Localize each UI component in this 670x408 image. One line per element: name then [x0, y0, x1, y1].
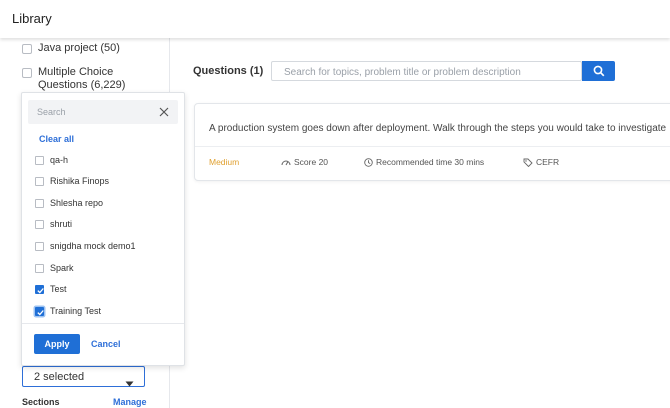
selected-value: 2 selected: [34, 371, 85, 383]
cancel-button[interactable]: Cancel: [91, 339, 121, 349]
page-title: Library: [12, 11, 52, 26]
difficulty-badge: Medium: [209, 157, 240, 167]
sidebar-item-label: Multiple Choice Questions (6,229): [38, 66, 125, 92]
questions-heading: Questions (1): [193, 65, 264, 77]
check-icon: [37, 309, 44, 315]
question-search: [271, 61, 582, 82]
gauge-icon: [281, 160, 291, 166]
caret-down-icon: [125, 374, 134, 392]
sections-label: Sections: [22, 397, 60, 407]
filter-dropdown: Clear all qa-h Rishika Finops Shlesha re…: [21, 92, 185, 366]
sidebar-item-label: Java project (50): [38, 42, 120, 54]
filter-option-label: qa-h: [50, 155, 69, 165]
check-icon: [37, 287, 44, 293]
sidebar-item-label-line2: Questions (6,229): [38, 79, 126, 91]
search-icon: [593, 65, 605, 77]
filter-option[interactable]: Spark: [35, 263, 74, 273]
search-button[interactable]: [582, 61, 615, 81]
filter-option[interactable]: qa-h: [35, 155, 68, 165]
checkbox-checked[interactable]: [35, 306, 44, 316]
filter-option-label: Test: [50, 284, 67, 294]
manage-link[interactable]: Manage: [113, 397, 147, 407]
clear-all-link[interactable]: Clear all: [39, 134, 74, 144]
question-search-input[interactable]: [272, 63, 572, 82]
checkbox[interactable]: [35, 155, 44, 165]
dropdown-search-input[interactable]: [28, 100, 148, 124]
checkbox[interactable]: [35, 176, 44, 186]
score-meta: Score 20: [281, 157, 328, 167]
sidebar-item-label-line1: Multiple Choice: [38, 66, 114, 78]
tag-icon: [523, 158, 533, 167]
question-description: A production system goes down after depl…: [209, 123, 667, 134]
time-text: Recommended time 30 mins: [376, 157, 485, 167]
checkbox[interactable]: [35, 263, 44, 273]
filter-option[interactable]: shruti: [35, 219, 72, 229]
divider: [22, 323, 184, 324]
filter-option-label: snigdha mock demo1: [50, 241, 136, 251]
filter-option-label: Rishika Finops: [50, 176, 110, 186]
checkbox[interactable]: [35, 241, 44, 251]
tag-meta: CEFR: [523, 157, 559, 167]
score-text: Score 20: [294, 157, 329, 167]
divider: [195, 146, 670, 147]
checkbox[interactable]: [22, 44, 32, 54]
close-icon[interactable]: [158, 106, 170, 118]
checkbox[interactable]: [35, 219, 44, 229]
apply-button[interactable]: Apply: [34, 334, 80, 354]
selection-select[interactable]: 2 selected: [22, 366, 145, 387]
top-bar: Library: [0, 0, 670, 38]
filter-option-label: shruti: [50, 219, 73, 229]
checkbox-checked[interactable]: [35, 284, 44, 294]
filter-option-label: Training Test: [50, 306, 102, 316]
filter-option[interactable]: Rishika Finops: [35, 176, 109, 186]
clock-icon: [364, 157, 373, 167]
filter-option[interactable]: Test: [35, 284, 67, 294]
time-meta: Recommended time 30 mins: [364, 157, 484, 167]
dropdown-search: [28, 100, 178, 124]
checkbox[interactable]: [22, 68, 32, 78]
filter-option[interactable]: Shlesha repo: [35, 198, 103, 208]
filter-option[interactable]: Training Test: [35, 306, 101, 316]
sidebar-item-java-project[interactable]: Java project (50): [22, 42, 120, 55]
filter-option-label: Spark: [50, 263, 74, 273]
question-card[interactable]: A production system goes down after depl…: [194, 103, 670, 181]
filter-option[interactable]: snigdha mock demo1: [35, 241, 136, 251]
sidebar-item-multiple-choice[interactable]: Multiple Choice Questions (6,229): [22, 66, 125, 92]
filter-option-label: Shlesha repo: [50, 198, 104, 208]
checkbox[interactable]: [35, 198, 44, 208]
tag-text: CEFR: [536, 157, 560, 167]
